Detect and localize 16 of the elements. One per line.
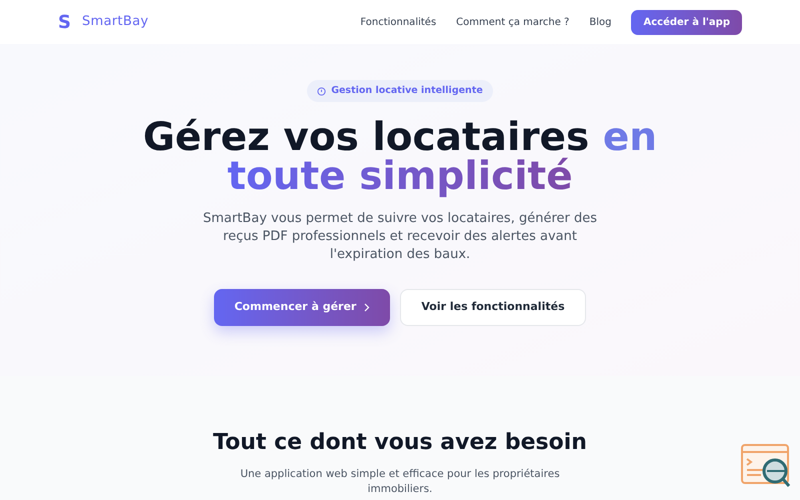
open-app-button[interactable]: Accéder à l'app — [631, 10, 742, 34]
nav-link[interactable]: Blog — [589, 14, 612, 30]
browser-search-icon[interactable] — [741, 444, 793, 490]
start-button[interactable]: Commencer à gérer — [214, 289, 390, 326]
brand-name[interactable]: SmartBay — [82, 12, 149, 32]
nav-link[interactable]: Comment ça marche ? — [456, 14, 570, 30]
logo-icon: S — [58, 8, 72, 36]
features-button[interactable]: Voir les fonctionnalités — [400, 289, 586, 326]
chevron-right-icon — [364, 303, 370, 312]
hero-title: Gérez vos locataires en toute simplicité — [142, 118, 658, 196]
hero-description: SmartBay vous permet de suivre vos locataires, générer des reçus PDF professionnels et recevoir des alertes avant l'expiration des baux. — [202, 210, 598, 264]
badge-text: Gestion locative intelligente — [331, 84, 483, 98]
section-subtitle: Une application web simple et efficace pour les propriétaires immobiliers. — [239, 467, 561, 497]
nav-link[interactable]: Fonctionnalités — [360, 14, 436, 30]
info-icon — [317, 86, 326, 96]
section-title: Tout ce dont vous avez besoin — [213, 429, 587, 457]
